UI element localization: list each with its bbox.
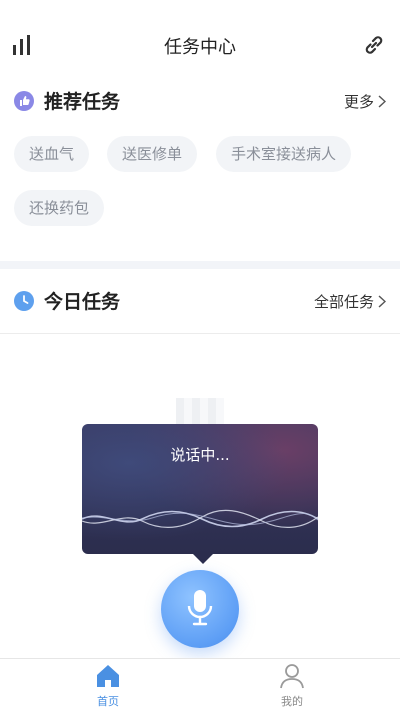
all-tasks-label: 全部任务: [313, 293, 374, 311]
voice-status-text: 说话中...: [170, 446, 230, 464]
chevron-right-icon: [378, 95, 386, 108]
recommended-section-header: 推荐任务 更多: [0, 86, 400, 116]
popup-tail: [193, 554, 213, 564]
today-title: 今日任务: [44, 291, 121, 313]
thumbs-up-icon: [14, 91, 34, 111]
today-section-header: 今日任务 全部任务: [0, 286, 400, 316]
home-icon: [97, 665, 119, 687]
page-title: 任务中心: [164, 37, 236, 58]
chevron-right-icon: [378, 295, 386, 308]
all-tasks-link[interactable]: 全部任务: [314, 291, 386, 312]
task-chip[interactable]: 手术室接送病人: [216, 136, 352, 172]
tab-home[interactable]: 首页: [78, 663, 138, 709]
voice-input-button[interactable]: [161, 570, 239, 648]
bottom-tab-bar: 首页 我的: [0, 658, 400, 711]
sound-wave-graphic: [82, 509, 318, 528]
task-chip[interactable]: 还换药包: [14, 190, 105, 226]
more-link[interactable]: 更多: [344, 91, 386, 112]
voice-input-popup: 说话中...: [82, 424, 318, 564]
task-chip[interactable]: 送医修单: [107, 136, 198, 172]
microphone-icon: [187, 590, 213, 626]
task-chip[interactable]: 送血气: [14, 136, 90, 172]
section-divider: [0, 261, 400, 269]
tab-profile[interactable]: 我的: [262, 663, 322, 709]
top-bar: 任务中心: [0, 0, 400, 90]
link-icon[interactable]: [362, 33, 386, 57]
recommended-title: 推荐任务: [44, 91, 121, 113]
tab-home-label: 首页: [97, 695, 119, 708]
user-icon: [280, 664, 304, 689]
header-divider: [0, 333, 400, 334]
tab-profile-label: 我的: [281, 695, 303, 708]
clock-icon: [14, 291, 34, 311]
more-label: 更多: [343, 93, 374, 111]
